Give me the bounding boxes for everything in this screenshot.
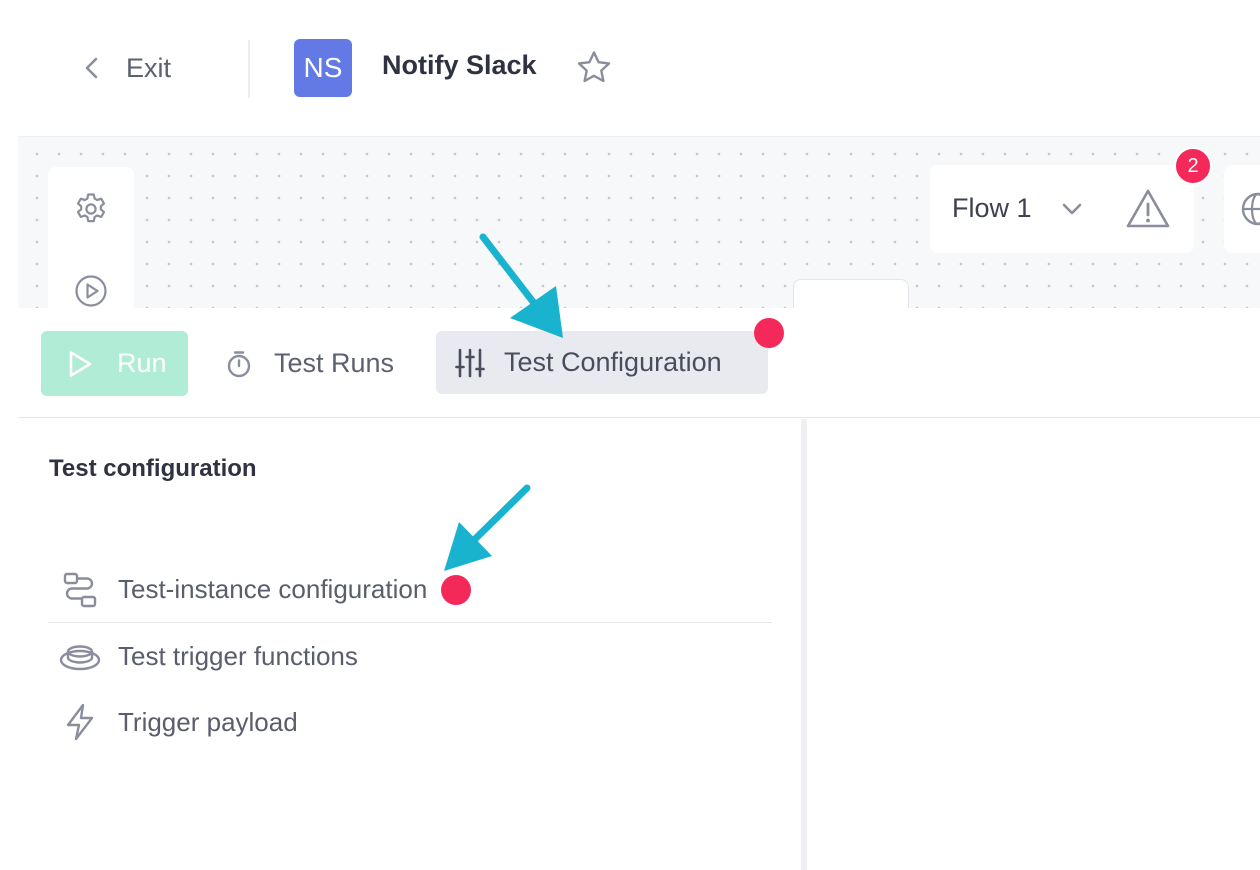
flow-selector[interactable]: Flow 1 <box>930 165 1194 253</box>
play-circle-icon[interactable] <box>71 271 111 308</box>
warning-triangle-icon[interactable] <box>1124 185 1172 233</box>
globe-icon[interactable] <box>1238 189 1260 229</box>
list-item-label: Trigger payload <box>118 706 298 737</box>
test-instance-alert-dot <box>441 574 472 605</box>
panel-resize-handle[interactable] <box>801 419 807 870</box>
flow-selector-label: Flow 1 <box>952 193 1032 223</box>
play-icon <box>65 349 95 379</box>
button-stack-icon <box>58 634 102 678</box>
chevron-left-icon <box>76 52 108 84</box>
list-item-label: Test-instance configuration <box>118 574 428 604</box>
test-configuration-tab[interactable]: Test Configuration <box>436 331 768 394</box>
gear-icon[interactable] <box>71 189 111 229</box>
exit-label: Exit <box>126 52 172 83</box>
workflow-avatar: NS <box>294 39 352 97</box>
run-label: Run <box>117 348 167 378</box>
list-item-test-trigger-functions[interactable]: Test trigger functions <box>48 623 772 689</box>
test-toolbar: Run Test Runs Test Configuration <box>18 308 1260 418</box>
panel-title: Test configuration <box>49 455 257 482</box>
workflow-title: Notify Slack <box>382 50 537 80</box>
test-runs-tab[interactable]: Test Runs <box>214 331 404 396</box>
test-configuration-alert-dot <box>754 318 784 348</box>
sliders-icon <box>454 347 486 379</box>
chevron-down-icon[interactable] <box>1054 191 1090 227</box>
run-button[interactable]: Run <box>41 331 188 396</box>
list-item-test-instance-configuration[interactable]: Test-instance configuration <box>48 557 772 623</box>
lightning-icon <box>58 700 102 744</box>
test-runs-label: Test Runs <box>274 348 395 378</box>
app-header: Exit NS Notify Slack <box>0 0 1260 136</box>
test-configuration-panel: Test configuration Test-instance configu… <box>18 419 801 870</box>
stopwatch-icon <box>224 349 254 379</box>
workflow-canvas[interactable]: Flow 1 2 <box>18 136 1260 308</box>
flow-nodes-icon <box>58 568 102 612</box>
canvas-node-tab[interactable] <box>793 279 909 308</box>
list-item-label: Test trigger functions <box>118 640 358 671</box>
test-configuration-label: Test Configuration <box>504 347 722 377</box>
header-divider <box>248 40 250 98</box>
list-item-trigger-payload[interactable]: Trigger payload <box>48 689 772 755</box>
exit-button[interactable]: Exit <box>76 44 171 92</box>
canvas-right-toolbar <box>1224 165 1260 253</box>
warnings-count-badge: 2 <box>1174 147 1212 185</box>
star-icon[interactable] <box>574 48 614 88</box>
canvas-side-toolbar <box>48 167 134 308</box>
